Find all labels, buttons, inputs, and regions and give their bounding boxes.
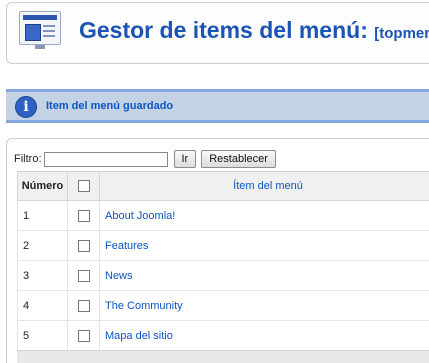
page: Gestor de items del menú: [topmenu] i It… — [0, 0, 429, 363]
reset-button[interactable]: Restablecer — [201, 150, 276, 168]
row-number: 4 — [17, 290, 68, 321]
menu-item-link[interactable]: News — [105, 270, 133, 282]
menu-manager-icon — [19, 11, 61, 49]
row-title-cell: News — [99, 260, 429, 291]
page-title: Gestor de items del menú: [topmenu] — [79, 17, 429, 44]
table-row: 5 Mapa del sitio — [17, 320, 429, 351]
menu-name: [topmenu] — [374, 25, 429, 42]
row-number: 3 — [17, 260, 68, 291]
column-header-title[interactable]: Ítem del menú — [99, 171, 429, 201]
menu-item-link[interactable]: About Joomla! — [105, 210, 175, 222]
menu-item-link[interactable]: Features — [105, 240, 148, 252]
table-header-row: Número Ítem del menú — [17, 171, 429, 201]
row-check-cell — [67, 230, 100, 261]
table-row: 1 About Joomla! — [17, 200, 429, 231]
row-checkbox[interactable] — [77, 299, 90, 312]
row-check-cell — [67, 200, 100, 231]
filter-label: Filtro: — [14, 153, 42, 165]
filter-row: Filtro: Ir Restablecer — [14, 150, 281, 168]
row-title-cell: The Community — [99, 290, 429, 321]
filter-input[interactable] — [43, 151, 168, 167]
column-header-check — [67, 171, 100, 201]
row-checkbox[interactable] — [77, 329, 90, 342]
row-check-cell — [67, 260, 100, 291]
row-number: 5 — [17, 320, 68, 351]
menu-items-table: Número Ítem del menú 1 About Joomla! 2 F… — [17, 171, 429, 351]
menu-item-link[interactable]: Mapa del sitio — [105, 330, 173, 342]
row-checkbox[interactable] — [77, 269, 90, 282]
row-title-cell: Mapa del sitio — [99, 320, 429, 351]
page-title-text: Gestor de items del menú: — [79, 17, 368, 43]
select-all-checkbox[interactable] — [77, 180, 90, 193]
row-number: 1 — [17, 200, 68, 231]
table-row: 4 The Community — [17, 290, 429, 321]
message-text: Item del menú guardado — [46, 100, 174, 112]
row-check-cell — [67, 320, 100, 351]
column-header-number: Número — [17, 171, 68, 201]
menu-item-link[interactable]: The Community — [105, 300, 183, 312]
row-check-cell — [67, 290, 100, 321]
table-row: 3 News — [17, 260, 429, 291]
info-icon: i — [15, 96, 37, 118]
row-checkbox[interactable] — [77, 239, 90, 252]
go-button[interactable]: Ir — [173, 150, 197, 168]
table-footer — [17, 350, 429, 363]
message-bar: i Item del menú guardado — [6, 89, 429, 123]
row-checkbox[interactable] — [77, 209, 90, 222]
table-row: 2 Features — [17, 230, 429, 261]
row-title-cell: Features — [99, 230, 429, 261]
row-number: 2 — [17, 230, 68, 261]
header-box: Gestor de items del menú: [topmenu] — [6, 2, 429, 64]
row-title-cell: About Joomla! — [99, 200, 429, 231]
